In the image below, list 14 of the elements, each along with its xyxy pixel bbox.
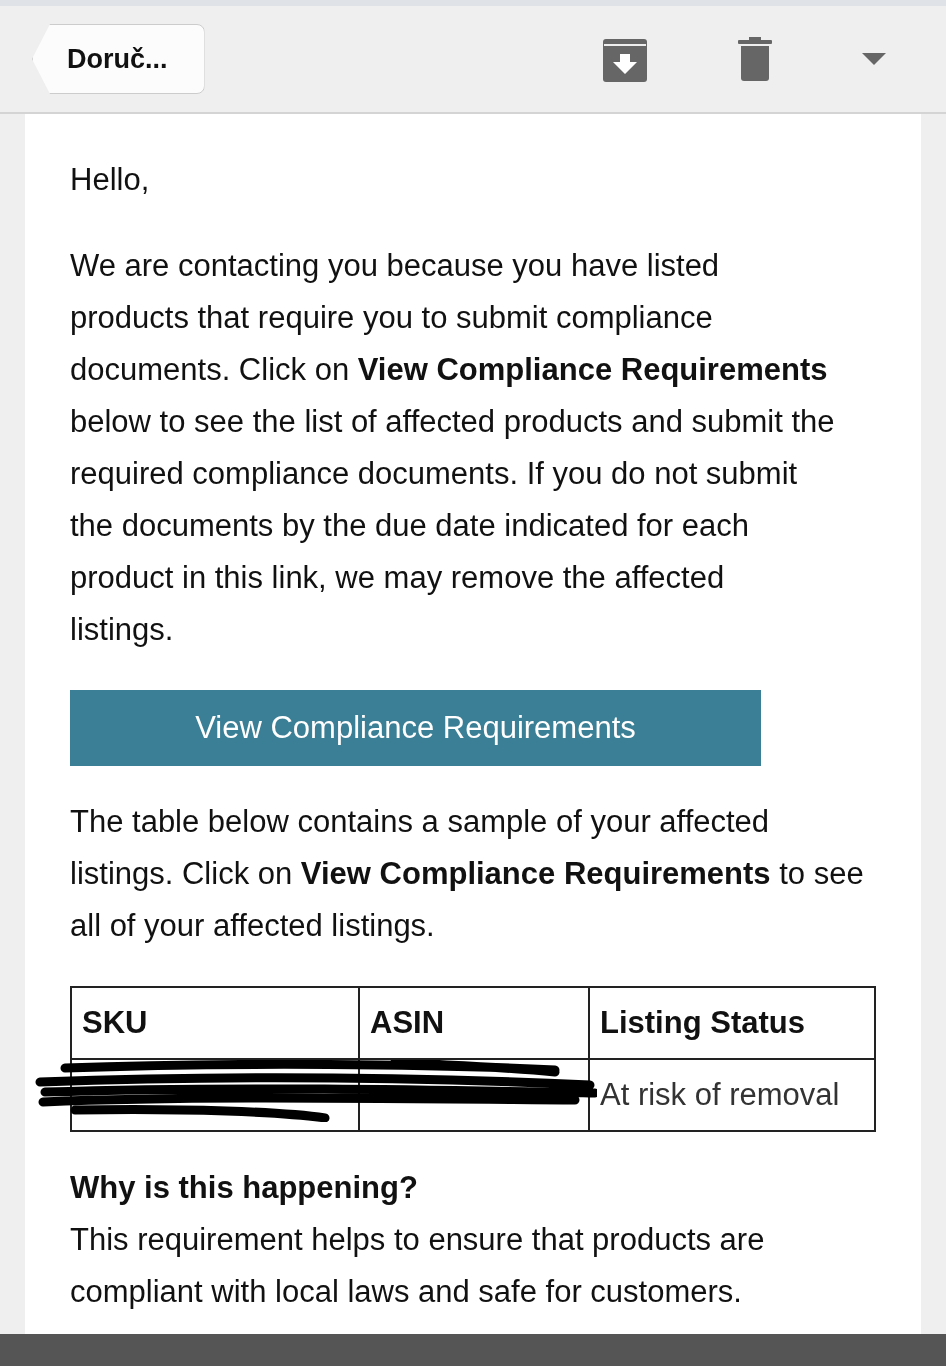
archive-icon[interactable] [602, 36, 648, 82]
column-header: ASIN [359, 987, 589, 1059]
column-header: SKU [71, 987, 359, 1059]
trash-icon[interactable] [738, 37, 772, 81]
section-paragraph: This requirement helps to ensure that products are compliant with local laws and safe for customers. [70, 1221, 766, 1311]
status-cell: At risk of removal [589, 1059, 875, 1131]
column-header: Listing Status [589, 987, 875, 1059]
table-intro-paragraph: The table below contains a sample of your affected listings. Click on View Compliance Requirements to see all of your affected listings. [70, 803, 865, 945]
view-compliance-button[interactable]: View Compliance Requirements [70, 690, 761, 766]
section-heading: Why is this happening? [70, 1169, 419, 1207]
back-button[interactable]: Doruč... [32, 24, 205, 94]
caret-icon[interactable] [862, 53, 886, 65]
intro-paragraph: We are contacting you because you have listed products that require you to submit compliance documents. Click on View Compliance Requirements below to see the list of affected products and submit the required compliance documents. If you do not submit the documents by the due date indicated for each product in this link, we may remove the affected listings. [70, 247, 835, 649]
greeting: Hello, [70, 161, 151, 199]
